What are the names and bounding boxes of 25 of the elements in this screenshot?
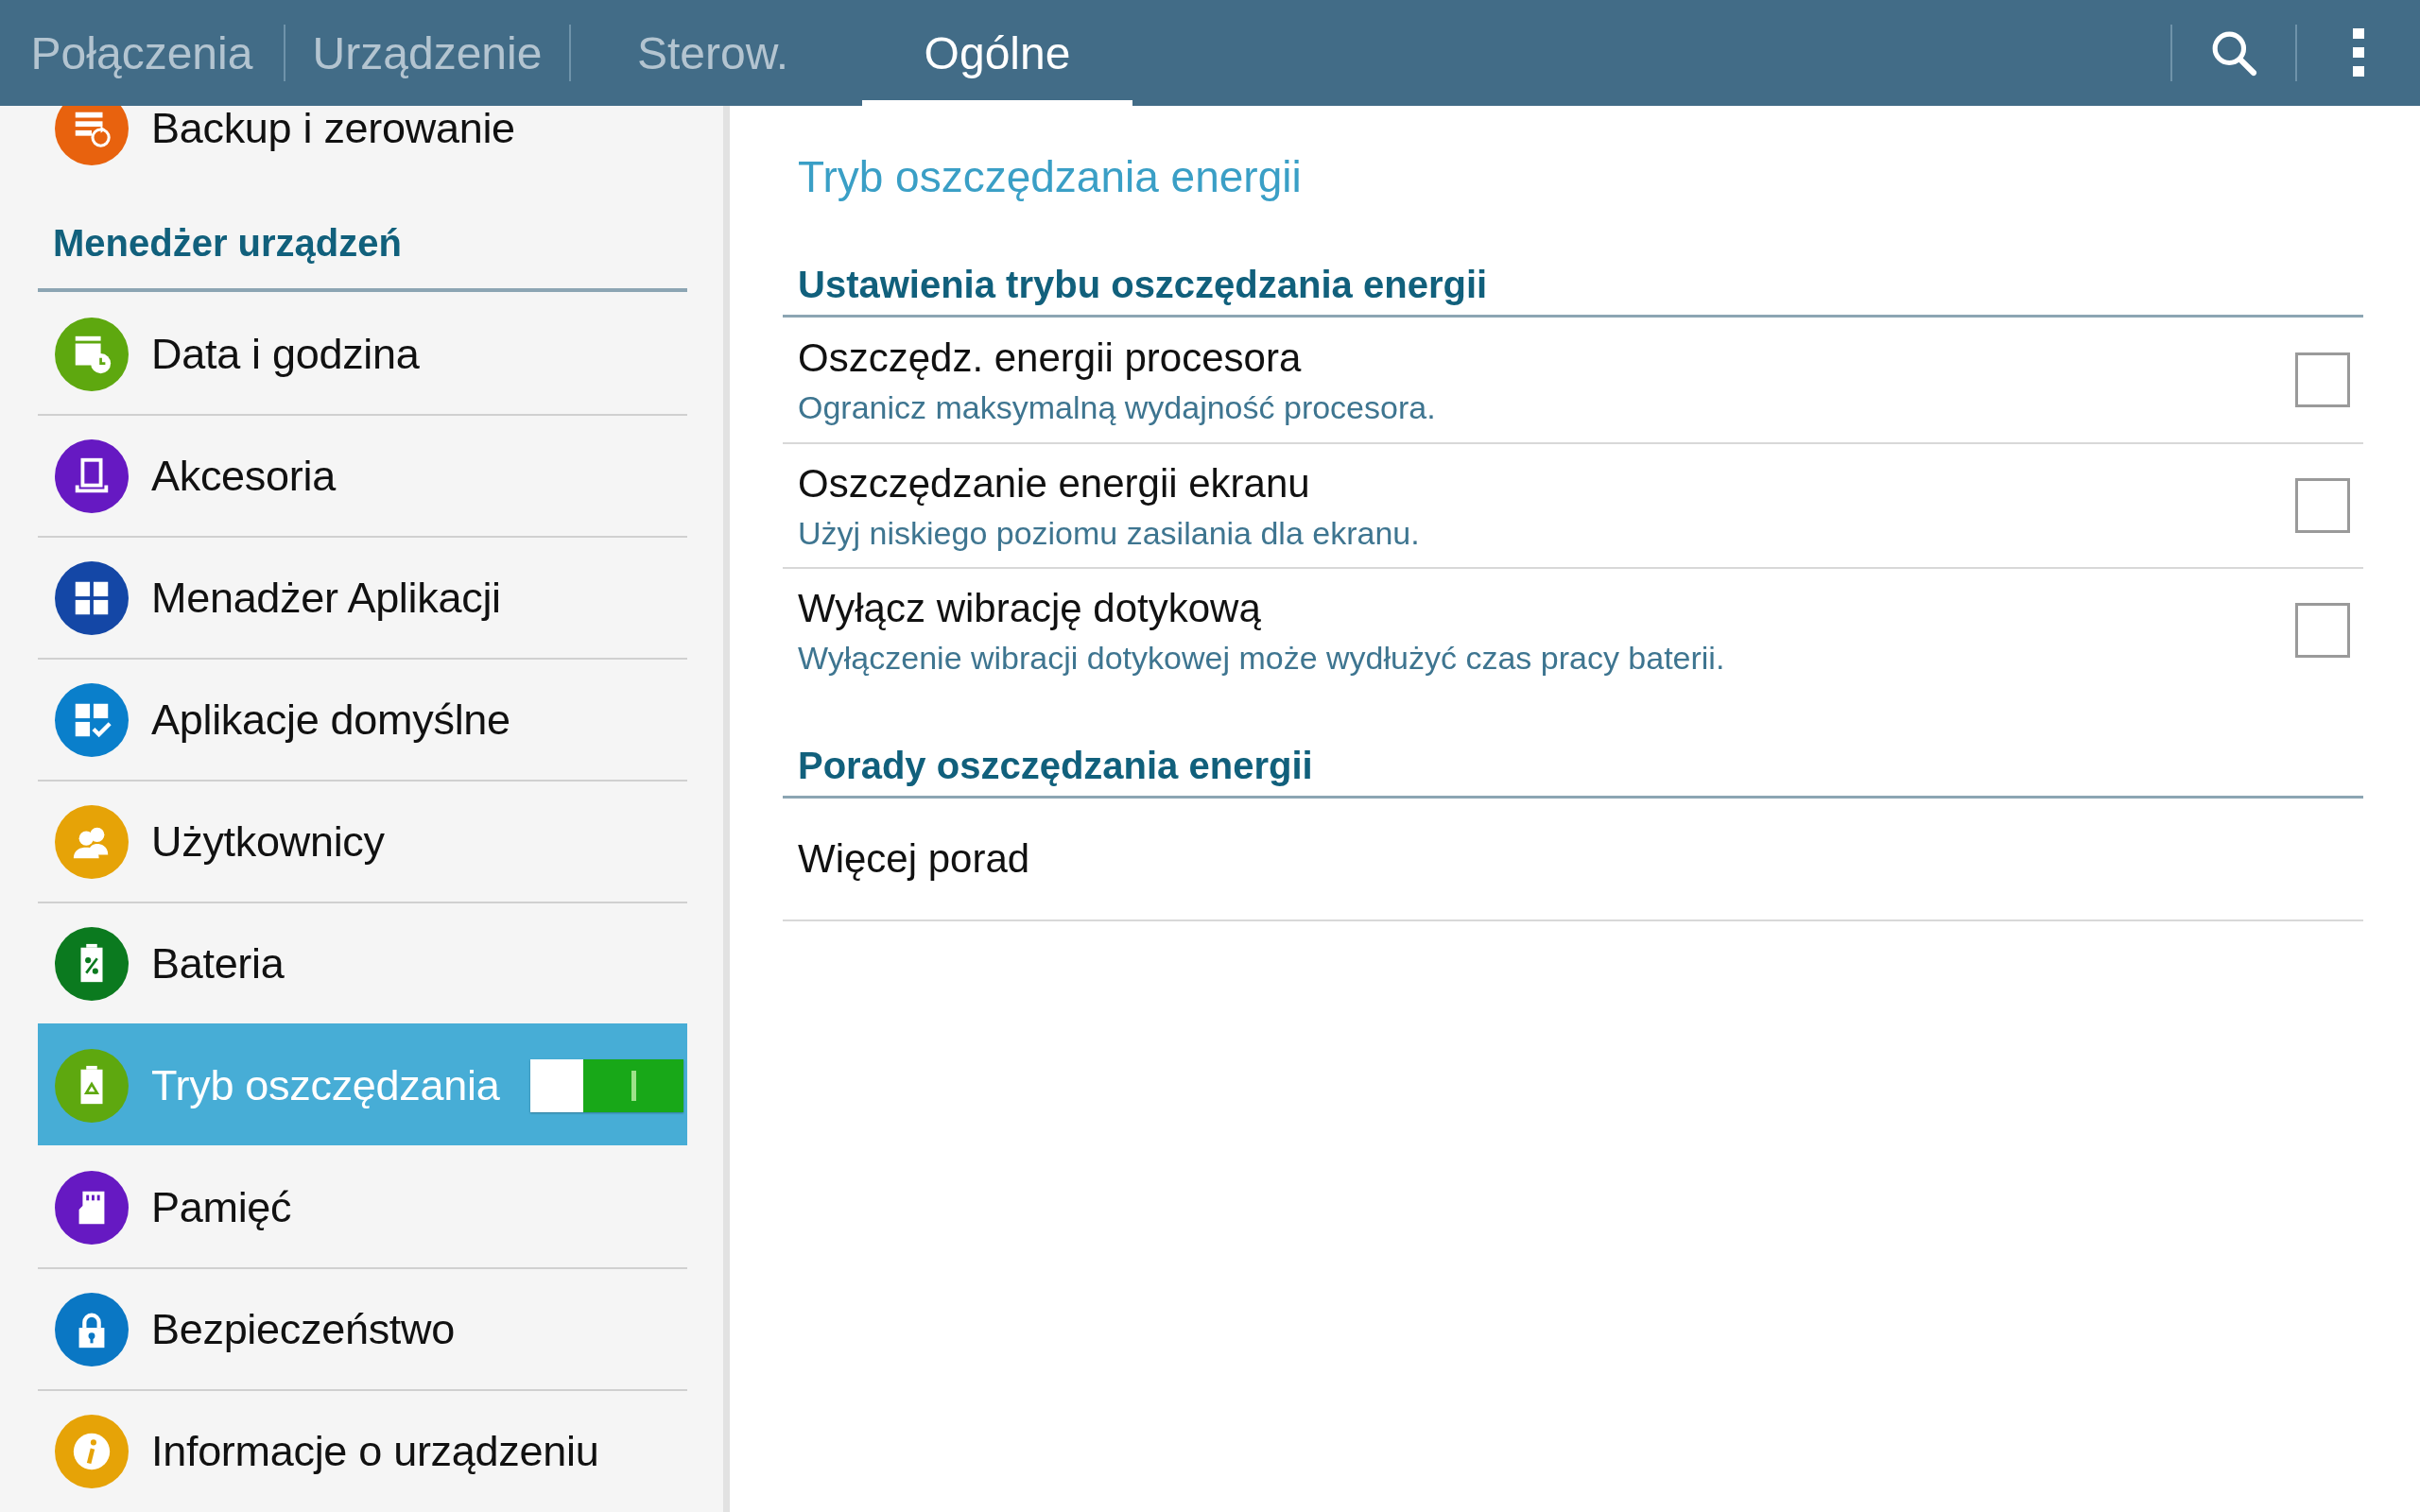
page-title: Tryb oszczędzania energii — [797, 151, 1303, 203]
sidebar-item[interactable]: Informacje o urządzeniu — [38, 1389, 687, 1511]
setting-summary: Ogranicz maksymalną wydajność procesora. — [798, 388, 1437, 426]
sidebar-item[interactable]: Data i godzina — [38, 292, 687, 414]
sidebar-item[interactable]: Pamięć — [38, 1145, 687, 1267]
sidebar-item[interactable]: Bezpieczeństwo — [38, 1267, 687, 1389]
sidebar-item[interactable]: Użytkownicy — [38, 780, 687, 902]
setting-title: Oszczędzanie energii ekranu — [798, 460, 1311, 507]
tab[interactable]: Ogólne — [862, 0, 1132, 106]
sidebar-item[interactable]: Menadżer Aplikacji — [38, 536, 687, 658]
section-header: Menedżer urządzeń — [38, 188, 687, 292]
setting-title: Oszczędz. energii procesora — [798, 335, 1303, 382]
more-tips-link[interactable]: Więcej porad — [798, 834, 2350, 884]
setting-summary: Użyj niskiego poziomu zasilania dla ekranu. — [798, 514, 1421, 552]
section-header: Porady oszczędzania energii — [783, 692, 2363, 799]
checkbox[interactable] — [2295, 603, 2350, 658]
setting-title: Wyłącz wibrację dotykową — [798, 585, 1262, 632]
setting-summary: Wyłączenie wibracji dotykowej może wydłużyć czas pracy baterii. — [798, 639, 1726, 677]
toggle-switch[interactable] — [530, 1058, 683, 1112]
section-header: Ustawienia trybu oszczędzania energii — [783, 248, 2363, 318]
checkbox[interactable] — [2295, 478, 2350, 533]
checkbox[interactable] — [2295, 352, 2350, 407]
sidebar-item[interactable]: Akcesoria — [38, 414, 687, 536]
sidebar-item[interactable]: Backup i zerowanie — [38, 106, 687, 188]
sidebar-item[interactable]: Aplikacje domyślne — [38, 658, 687, 780]
